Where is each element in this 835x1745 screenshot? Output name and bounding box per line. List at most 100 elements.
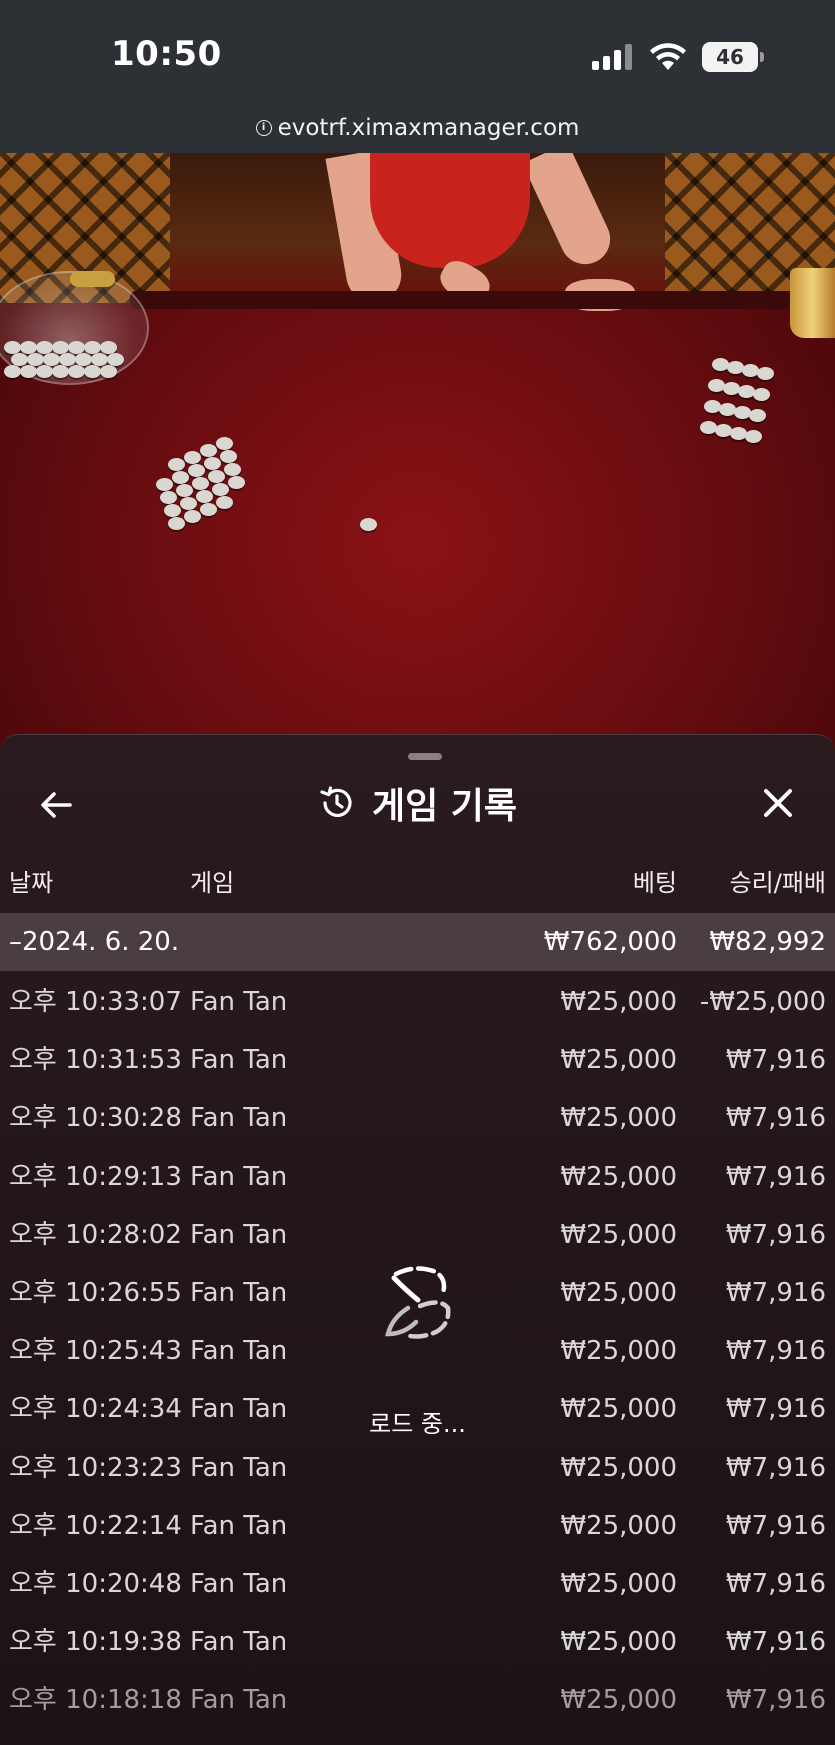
bowl-handle — [70, 271, 115, 287]
bead — [757, 367, 774, 380]
column-game[interactable]: 게임 — [190, 863, 234, 898]
bead — [100, 365, 117, 378]
history-row[interactable]: 오후 10:23:23 Fan Tan ₩25,000 ₩7,916 — [0, 1439, 835, 1497]
row-result: ₩7,916 — [725, 1336, 826, 1367]
bead — [107, 353, 124, 366]
table-header: 날짜 게임 베팅 승리/패배 — [0, 863, 835, 899]
row-bet: ₩25,000 — [560, 1685, 677, 1716]
status-time: 10:50 — [111, 34, 222, 74]
column-date[interactable]: 날짜 — [9, 863, 53, 898]
group-date: –2024. 6. 20. — [9, 927, 180, 957]
panel-title: 게임 기록 — [371, 786, 517, 827]
row-game: Fan Tan — [190, 1568, 288, 1599]
date-group-row[interactable]: –2024. 6. 20. ₩762,000 ₩82,992 — [0, 913, 835, 971]
row-time: 오후 10:31:53 — [9, 1045, 182, 1076]
bead — [216, 437, 233, 450]
row-bet: ₩25,000 — [560, 1103, 677, 1134]
bead — [20, 365, 37, 378]
history-row[interactable]: 오후 10:30:28 Fan Tan ₩25,000 ₩7,916 — [0, 1089, 835, 1147]
bead — [156, 478, 173, 491]
row-result: ₩7,916 — [725, 1045, 826, 1076]
row-result: ₩7,916 — [725, 1161, 826, 1192]
history-row[interactable]: 오후 10:33:07 Fan Tan ₩25,000 -₩25,000 — [0, 973, 835, 1031]
column-win-loss[interactable]: 승리/패배 — [730, 863, 826, 898]
row-time: 오후 10:23:23 — [9, 1452, 182, 1483]
close-icon[interactable] — [758, 783, 798, 823]
bead — [11, 353, 28, 366]
row-result: -₩25,000 — [699, 987, 826, 1017]
row-result: ₩7,916 — [725, 1568, 826, 1599]
bead — [184, 451, 201, 464]
bead — [216, 496, 233, 509]
bead — [160, 491, 177, 504]
history-row[interactable]: 오후 10:19:38 Fan Tan ₩25,000 ₩7,916 — [0, 1613, 835, 1671]
bead — [52, 365, 69, 378]
bead — [168, 458, 185, 471]
group-total-bet: ₩762,000 — [543, 927, 677, 957]
cellular-signal-icon — [592, 44, 636, 70]
bead — [4, 365, 21, 378]
column-bet[interactable]: 베팅 — [633, 863, 677, 898]
row-result: ₩7,916 — [725, 1510, 826, 1541]
row-bet: ₩25,000 — [560, 1510, 677, 1541]
battery-icon: 46 — [702, 42, 764, 72]
row-time: 오후 10:25:43 — [9, 1336, 182, 1367]
history-row[interactable]: 오후 10:28:02 Fan Tan ₩25,000 ₩7,916 — [0, 1206, 835, 1264]
row-time: 오후 10:30:28 — [9, 1103, 182, 1134]
bead — [168, 517, 185, 530]
site-info-icon[interactable]: i — [255, 120, 272, 136]
history-row[interactable]: 오후 10:18:18 Fan Tan ₩25,000 ₩7,916 — [0, 1671, 835, 1729]
row-time: 오후 10:22:14 — [9, 1510, 182, 1541]
bead — [192, 477, 209, 490]
row-game: Fan Tan — [190, 1103, 288, 1134]
bead — [176, 484, 193, 497]
loading-spinner-icon — [385, 1266, 451, 1339]
row-game: Fan Tan — [190, 1510, 288, 1541]
bead — [220, 450, 237, 463]
row-bet: ₩25,000 — [560, 987, 677, 1017]
history-list: 오후 10:33:07 Fan Tan ₩25,000 -₩25,000 오후 10:3… — [0, 973, 835, 1729]
url-text[interactable]: evotrf.ximaxmanager.com — [278, 115, 580, 141]
history-row[interactable]: 오후 10:20:48 Fan Tan ₩25,000 ₩7,916 — [0, 1555, 835, 1613]
bead — [75, 353, 92, 366]
panel-header: 게임 기록 — [0, 777, 835, 829]
bead — [188, 464, 205, 477]
row-game: Fan Tan — [190, 987, 288, 1017]
bead — [27, 353, 44, 366]
bead — [184, 510, 201, 523]
address-bar[interactable]: i evotrf.ximaxmanager.com — [0, 115, 835, 153]
row-game: Fan Tan — [190, 1219, 288, 1250]
row-bet: ₩25,000 — [560, 1336, 677, 1367]
row-game: Fan Tan — [190, 1336, 288, 1367]
row-bet: ₩25,000 — [560, 1161, 677, 1192]
row-time: 오후 10:26:55 — [9, 1277, 182, 1308]
row-result: ₩7,916 — [725, 1685, 826, 1716]
row-time: 오후 10:19:38 — [9, 1627, 182, 1658]
row-game: Fan Tan — [190, 1277, 288, 1308]
history-row[interactable]: 오후 10:22:14 Fan Tan ₩25,000 ₩7,916 — [0, 1497, 835, 1555]
bead — [212, 483, 229, 496]
history-row[interactable]: 오후 10:29:13 Fan Tan ₩25,000 ₩7,916 — [0, 1148, 835, 1206]
bead — [36, 365, 53, 378]
bead — [91, 353, 108, 366]
row-time: 오후 10:18:18 — [9, 1685, 182, 1716]
row-time: 오후 10:28:02 — [9, 1219, 182, 1250]
bead — [224, 463, 241, 476]
history-icon — [320, 786, 352, 817]
row-game: Fan Tan — [190, 1627, 288, 1658]
bead — [180, 497, 197, 510]
bead — [43, 353, 60, 366]
row-bet: ₩25,000 — [560, 1627, 677, 1658]
status-bar: 10:50 46 — [0, 0, 835, 115]
bead — [749, 409, 766, 422]
bead — [204, 457, 221, 470]
loading-text: 로드 중... — [369, 1410, 466, 1438]
bead — [753, 388, 770, 401]
row-time: 오후 10:20:48 — [9, 1568, 182, 1599]
history-row[interactable]: 오후 10:31:53 Fan Tan ₩25,000 ₩7,916 — [0, 1031, 835, 1089]
row-bet: ₩25,000 — [560, 1568, 677, 1599]
row-bet: ₩25,000 — [560, 1277, 677, 1308]
drag-handle[interactable] — [408, 753, 442, 760]
table-rim — [130, 291, 830, 309]
bead — [745, 430, 762, 443]
